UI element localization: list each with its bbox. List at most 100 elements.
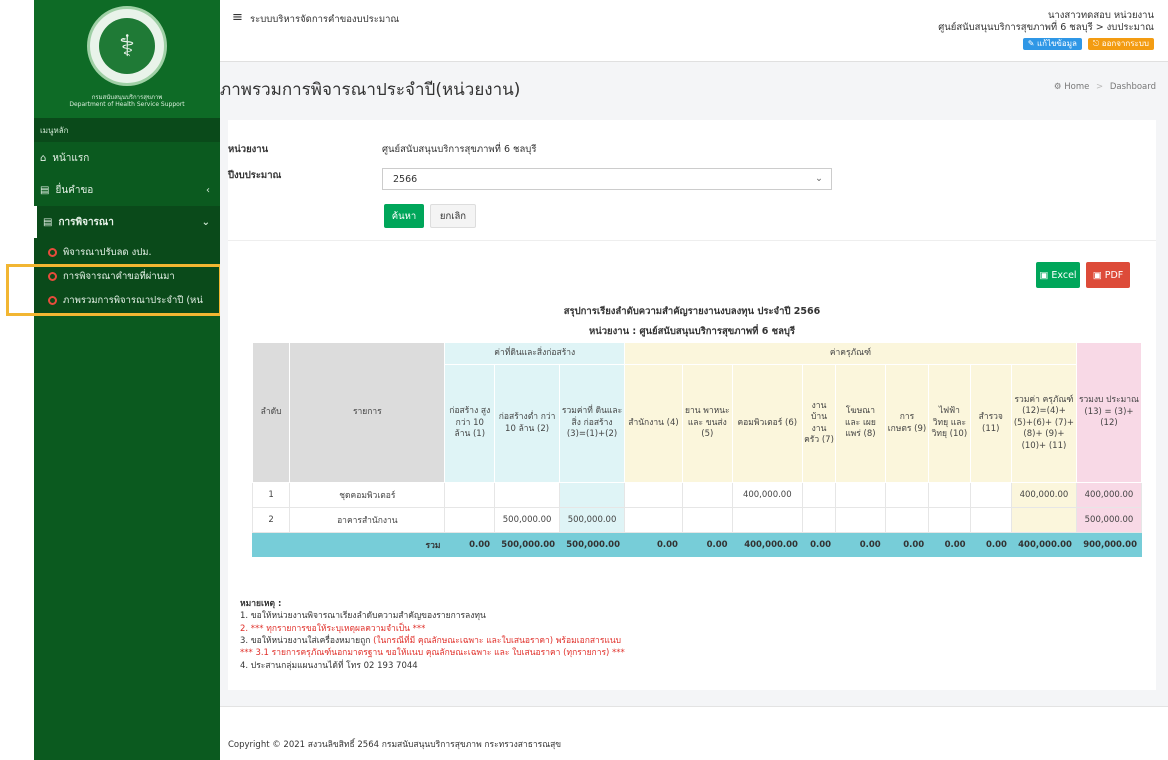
- export-pdf-button[interactable]: ▣ PDF: [1086, 262, 1130, 288]
- cell-c9: [884, 507, 930, 533]
- chevron-down-icon: ⌄: [815, 173, 823, 184]
- user-name: นางสาวทดสอบ หน่วยงาน: [1047, 10, 1154, 21]
- total-c6: 400,000.00: [731, 532, 803, 557]
- note-2: 2. *** ทุกรายการขอให้ระบุเหตุผลความจำเป็…: [240, 623, 426, 634]
- report-table: ลำดับ รายการ ค่าที่ดินและสิ่งก่อสร้าง ค่…: [251, 342, 1143, 557]
- total-c5: 0.00: [681, 532, 733, 557]
- home-icon: ⌂: [40, 152, 47, 164]
- note-3-highlight: (ในกรณีที่มี คุณลักษณะเฉพาะ และใบเสนอราค…: [373, 635, 622, 646]
- note-3-1-prefix: *** 3.1 รายการครุภัณฑ์นอกมาตรฐาน ขอให้แน…: [240, 648, 426, 659]
- sidebar-item-label: หน้าแรก: [52, 152, 90, 164]
- note-3: 3. ขอให้หน่วยงานใส่เครื่องหมายถูก (ในกรณ…: [240, 635, 625, 647]
- year-label: ปีงบประมาณ: [228, 170, 282, 181]
- sidebar-item-label: การพิจารณา: [58, 216, 114, 228]
- cancel-button[interactable]: ยกเลิก: [430, 204, 476, 228]
- footer-copyright: Copyright © 2021 สงวนลิขสิทธิ์ 2564 กรมส…: [228, 740, 562, 750]
- breadcrumb-home[interactable]: Home: [1064, 82, 1089, 92]
- edit-profile-button[interactable]: ✎ แก้ไขข้อมูล: [1022, 37, 1082, 51]
- total-c1: 0.00: [444, 532, 496, 557]
- col-header-c12: รวมค่า ครุภัณฑ์ (12)=(4)+ (5)+(6)+ (7)+(…: [1010, 364, 1077, 483]
- breadcrumb-separator: >: [1096, 82, 1104, 92]
- logout-label: ออกจากระบบ: [1101, 38, 1149, 48]
- sidebar-item-request[interactable]: ▤ ยื่นคำขอ ‹: [34, 174, 220, 206]
- logout-button[interactable]: ⎋ ออกจากระบบ: [1087, 37, 1154, 51]
- dashboard-icon: ⚙: [1053, 82, 1062, 92]
- year-select-value: 2566: [393, 174, 418, 185]
- total-c13: 900,000.00: [1075, 532, 1143, 557]
- total-c10: 0.00: [928, 532, 971, 557]
- total-c11: 0.00: [969, 532, 1012, 557]
- cell-c2: [494, 482, 561, 508]
- logo-caption-en: Department of Health Service Support: [69, 101, 185, 109]
- cell-no: 1: [251, 482, 291, 508]
- col-header-c8: โฆษณา และ เผย แพร่ (8): [835, 364, 886, 483]
- sidebar-item-label: ยื่นคำขอ: [55, 184, 94, 196]
- cell-c12: [1010, 507, 1077, 533]
- cell-c4: [624, 507, 683, 533]
- col-header-c10: ไฟฟ้า วิทยุ และ วิทยุ (10): [928, 364, 971, 483]
- cell-c5: [681, 507, 733, 533]
- menu-header: เมนูหลัก: [34, 118, 220, 142]
- divider: [228, 240, 1156, 241]
- cell-c7: [801, 482, 837, 508]
- report-subtitle: หน่วยงาน : ศูนย์สนับสนุนบริการสุขภาพที่ …: [588, 326, 796, 337]
- total-c3: 500,000.00: [559, 532, 626, 557]
- col-header-c4: สำนักงาน (4): [624, 364, 683, 483]
- cell-c13: 400,000.00: [1075, 482, 1143, 508]
- report-title: สรุปการเรียงลำดับความสำคัญรายงานงบลงทุน …: [563, 306, 821, 317]
- cell-c11: [969, 482, 1012, 508]
- search-button[interactable]: ค้นหา: [384, 204, 424, 228]
- table-row: 2 อาคารสำนักงาน 500,000.00 500,000.00 50…: [251, 507, 1143, 533]
- cell-c8: [835, 482, 886, 508]
- total-c7: 0.00: [801, 532, 837, 557]
- note-4: 4. ประสานกลุ่มแผนงานได้ที่ โทร 02 193 70…: [240, 660, 418, 671]
- cell-c8: [835, 507, 886, 533]
- col-header-c9: การ เกษตร (9): [884, 364, 930, 483]
- cell-c2: 500,000.00: [494, 507, 561, 533]
- export-excel-button[interactable]: ▣ Excel: [1036, 262, 1080, 288]
- logo-caption-th: กรมสนับสนุนบริการสุขภาพ: [91, 94, 163, 101]
- caduceus-icon: ⚕: [99, 18, 155, 74]
- cell-c1: [444, 482, 496, 508]
- total-row: รวม 0.00 500,000.00 500,000.00 0.00 0.00…: [251, 532, 1143, 557]
- col-group-land: ค่าที่ดินและสิ่งก่อสร้าง: [444, 342, 626, 365]
- cell-c3: 500,000.00: [559, 507, 626, 533]
- col-header-no: ลำดับ: [251, 342, 291, 483]
- cell-c9: [884, 482, 930, 508]
- hamburger-menu-icon[interactable]: ≡: [232, 10, 243, 25]
- breadcrumb-current: Dashboard: [1109, 82, 1156, 92]
- cell-c6: [731, 507, 803, 533]
- cell-c10: [928, 482, 971, 508]
- cell-item: ชุดคอมพิวเตอร์: [289, 482, 446, 508]
- cell-c5: [681, 482, 733, 508]
- total-c2: 500,000.00: [494, 532, 561, 557]
- logo-caption: กรมสนับสนุนบริการสุขภาพ Department of He…: [69, 94, 184, 108]
- circle-icon: [48, 247, 57, 257]
- sidebar-subitem-adjust[interactable]: พิจารณาปรับลด งปม.: [34, 240, 220, 264]
- col-header-c6: คอมพิวเตอร์ (6): [731, 364, 803, 483]
- cell-c1: [444, 507, 496, 533]
- year-select[interactable]: 2566 ⌄: [382, 168, 832, 190]
- highlight-annotation: [6, 264, 222, 316]
- notes-heading: หมายเหตุ :: [240, 599, 282, 609]
- cell-item: อาคารสำนักงาน: [289, 507, 446, 533]
- sidebar-item-consideration[interactable]: ▤ การพิจารณา ⌄: [34, 206, 220, 238]
- cell-c3: [559, 482, 626, 508]
- edit-profile-label: แก้ไขข้อมูล: [1036, 38, 1077, 48]
- excel-icon: ▣: [1039, 269, 1049, 281]
- pdf-label: PDF: [1104, 269, 1124, 281]
- footer: Copyright © 2021 สงวนลิขสิทธิ์ 2564 กรมส…: [220, 706, 1168, 760]
- agency-label: หน่วยงาน: [228, 144, 269, 155]
- col-header-c5: ยาน พาหนะ และ ขนส่ง (5): [681, 364, 733, 483]
- total-c9: 0.00: [884, 532, 930, 557]
- total-label: รวม: [251, 532, 446, 557]
- sidebar-item-home[interactable]: ⌂ หน้าแรก: [34, 142, 220, 174]
- top-header: ≡ ระบบบริหารจัดการคำของบประมาณ นางสาวทดส…: [220, 0, 1168, 62]
- excel-label: Excel: [1051, 269, 1077, 281]
- logo-area: ⚕ กรมสนับสนุนบริการสุขภาพ Department of …: [34, 0, 220, 118]
- department-logo[interactable]: ⚕: [87, 6, 167, 86]
- agency-value: ศูนย์สนับสนุนบริการสุขภาพที่ 6 ชลบุรี: [382, 144, 537, 155]
- note-3-1: *** 3.1 รายการครุภัณฑ์นอกมาตรฐาน ขอให้แน…: [240, 647, 625, 659]
- col-header-c11: สำรวจ (11): [969, 364, 1012, 483]
- breadcrumb: ⚙ Home > Dashboard: [1054, 82, 1156, 92]
